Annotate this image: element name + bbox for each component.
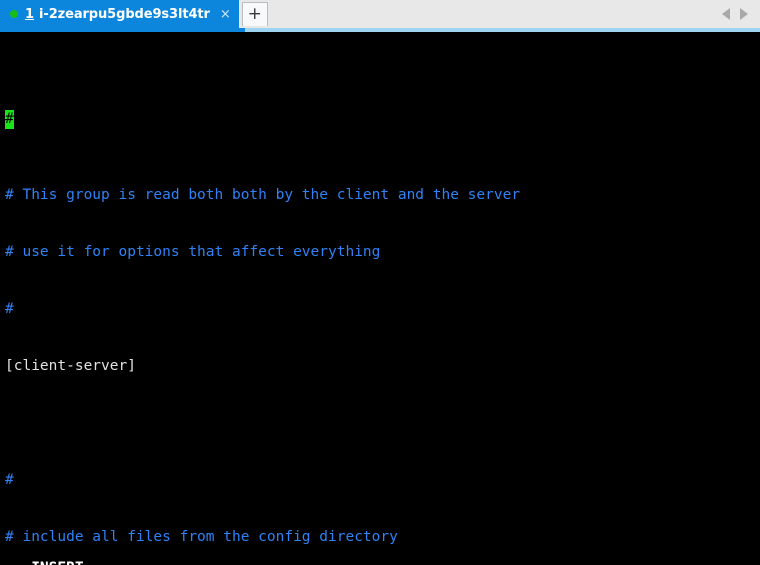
tab-title-label: i-2zearpu5gbde9s3lt4tr [39,6,210,22]
tab-bar-filler [267,0,722,28]
chevron-right-icon[interactable] [740,8,748,20]
editor-status-line: -- INSERT -- 1,1 All [5,540,757,565]
editor-line: # This group is read both both by the cl… [5,187,521,203]
editor-line: # [5,472,14,488]
terminal-body[interactable]: # # This group is read both both by the … [0,32,760,565]
tab-index-label: 1 [25,6,35,22]
editor-buffer: # # This group is read both both by the … [5,34,520,565]
editor-line-blank [5,414,520,433]
new-tab-button[interactable]: + [241,2,268,26]
editor-line: # use it for options that affect everyth… [5,244,381,260]
terminal-window: 1 i-2zearpu5gbde9s3lt4tr × + # # This gr… [0,0,760,565]
tab-bar: 1 i-2zearpu5gbde9s3lt4tr × + [0,0,760,28]
connection-status-dot-icon [10,10,18,18]
tab-nav-arrows [722,0,760,28]
tab-session-1[interactable]: 1 i-2zearpu5gbde9s3lt4tr × [0,0,239,28]
editor-line: # [5,301,14,317]
chevron-left-icon[interactable] [722,8,730,20]
editor-line: # [5,110,520,129]
editor-line: [client-server] [5,358,136,374]
close-icon[interactable]: × [220,8,231,21]
text-cursor: # [5,110,14,129]
editor-mode-indicator: -- INSERT -- [5,559,110,565]
